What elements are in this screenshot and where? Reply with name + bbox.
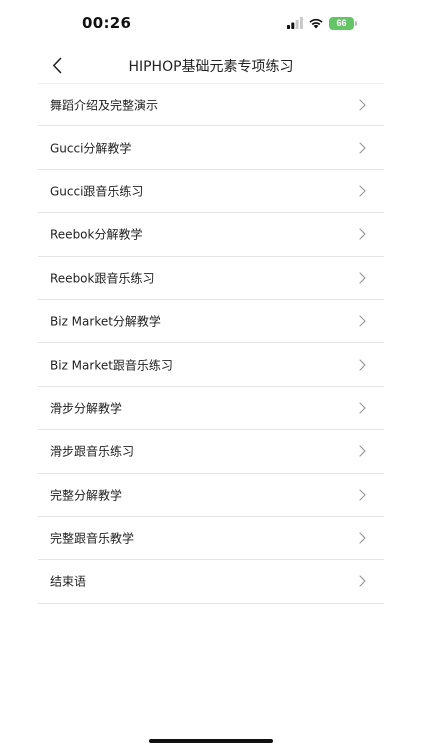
list-item[interactable]: Gucci分解教学 [38, 126, 384, 170]
nav-bar: HIPHOP基础元素专项练习 [38, 46, 384, 84]
chevron-right-icon [359, 575, 366, 588]
list-item-label: Biz Market分解教学 [50, 314, 161, 329]
list-item-label: Reebok分解教学 [50, 227, 143, 242]
chevron-right-icon [359, 402, 366, 414]
list-item-label: Gucci跟音乐练习 [50, 184, 144, 199]
chevron-right-icon [359, 185, 366, 197]
list-item[interactable]: 完整分解教学 [38, 474, 384, 517]
list-item-label: Reebok跟音乐练习 [50, 271, 155, 286]
wifi-icon [309, 18, 323, 29]
home-indicator[interactable] [149, 739, 273, 743]
chevron-right-icon [359, 532, 366, 544]
chevron-right-icon [359, 358, 366, 371]
list-item[interactable]: Biz Market分解教学 [38, 300, 384, 344]
chevron-left-icon [53, 57, 62, 73]
chevron-right-icon [359, 272, 366, 284]
status-bar: 00:26 66 [38, 0, 384, 46]
list-item[interactable]: 完整跟音乐教学 [38, 517, 384, 561]
status-time: 00:26 [82, 14, 132, 32]
list-item[interactable]: Reebok分解教学 [38, 213, 384, 257]
battery-level: 66 [336, 17, 347, 28]
back-button[interactable] [46, 52, 68, 78]
chevron-right-icon [359, 228, 366, 240]
list-item[interactable]: 滑步跟音乐练习 [38, 430, 384, 474]
list-item[interactable]: Biz Market跟音乐练习 [38, 343, 384, 387]
list-item-label: Gucci分解教学 [50, 141, 132, 156]
list-item-label: 舞蹈介绍及完整演示 [50, 98, 159, 113]
battery-icon: 66 [329, 16, 357, 30]
chevron-right-icon [359, 445, 366, 457]
chevron-right-icon [359, 99, 366, 111]
signal-icon [287, 17, 303, 29]
list-item-label: 滑步跟音乐练习 [50, 444, 135, 459]
lesson-list: 舞蹈介绍及完整演示 Gucci分解教学 Gucci跟音乐练习 Reebok分解教… [38, 83, 384, 604]
list-item-label: 结束语 [50, 574, 87, 589]
list-item-label: 完整分解教学 [50, 488, 123, 503]
list-item-label: 滑步分解教学 [50, 401, 123, 416]
list-item[interactable]: 滑步分解教学 [38, 387, 384, 431]
list-item[interactable]: 舞蹈介绍及完整演示 [38, 83, 384, 127]
list-item-label: 完整跟音乐教学 [50, 531, 135, 546]
chevron-right-icon [359, 315, 366, 327]
chevron-right-icon [359, 489, 366, 501]
list-item[interactable]: Reebok跟音乐练习 [38, 257, 384, 300]
list-item[interactable]: 结束语 [38, 560, 384, 604]
chevron-right-icon [359, 141, 366, 154]
status-icons: 66 [287, 15, 357, 31]
page-title: HIPHOP基础元素专项练习 [128, 59, 294, 75]
list-item-label: Biz Market跟音乐练习 [50, 358, 173, 373]
phone-screen: 00:26 66 HIPHOP基础元素专项练习 舞蹈介绍及完整演示 Gucci分… [38, 0, 384, 750]
list-item[interactable]: Gucci跟音乐练习 [38, 170, 384, 214]
